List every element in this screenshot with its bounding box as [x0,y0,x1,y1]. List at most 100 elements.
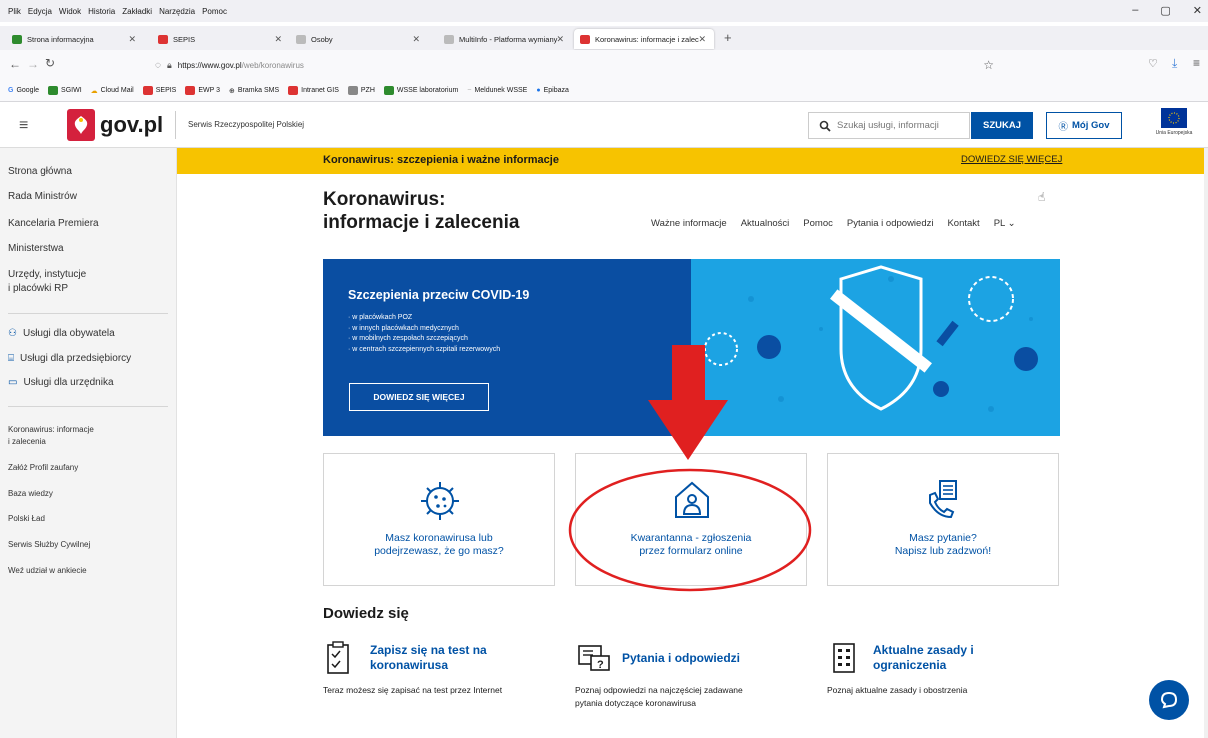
nav-pomoc[interactable]: Pomoc [803,218,833,229]
bookmark-item[interactable]: SEPIS [142,86,176,95]
nav-pytania[interactable]: Pytania i odpowiedzi [847,218,934,229]
browser-tab[interactable]: Osoby ✕ [290,29,428,49]
red-arrow-icon [648,345,728,460]
card-masz-pytanie[interactable]: Masz pytanie? Napisz lub zadzwoń! [827,453,1059,586]
back-icon[interactable]: ← [9,57,21,71]
close-icon[interactable]: ✕ [1193,4,1202,17]
menu-help[interactable]: Pomoc [202,7,227,16]
tab-close-icon[interactable]: ✕ [698,34,706,45]
url-path: /web/koronawirus [241,60,304,70]
left-sidebar: Strona główna Rada Ministrów Kancelaria … [0,148,177,738]
hero-button[interactable]: DOWIEDZ SIĘ WIĘCEJ [349,383,489,411]
menu-view[interactable]: Widok [59,7,81,16]
banner-link[interactable]: DOWIEDZ SIĘ WIĘCEJ [961,154,1062,165]
url-bar[interactable]: ◌ 🔒︎ https://www.gov.pl /web/koronawirus… [155,54,1000,76]
reload-icon[interactable]: ↻ [45,56,55,70]
sidebar-item-kprm[interactable]: Kancelaria Premiera [8,218,99,229]
search-input[interactable]: Szukaj usługi, informacji [808,112,970,139]
window-controls: – ▢ ✕ [1132,4,1202,17]
moj-gov-button[interactable]: Ⓡ Mój Gov [1046,112,1122,139]
dowiedz-desc: Poznaj odpowiedzi na najczęściej zadawan… [575,685,743,708]
hamburger-icon[interactable]: ≡ [19,117,28,135]
language-label: PL [993,218,1005,229]
sidebar-link-sluzba[interactable]: Serwis Służby Cywilnej [8,539,90,551]
annotation-overlay [568,345,812,592]
sign-language-icon[interactable]: ☝ [1038,190,1045,204]
menu-history[interactable]: Historia [88,7,115,16]
browser-tab-active[interactable]: Koronawirus: informacje i zalec ✕ [574,29,714,49]
tab-close-icon[interactable]: ✕ [128,34,136,45]
eu-label: Unia Europejska [1155,130,1193,136]
downloads-icon[interactable]: ⤓ [1172,56,1177,71]
tracking-shield-icon[interactable]: ◌ [155,60,161,71]
card-masz-koronawirusa[interactable]: Masz koronawirusa lub podejrzewasz, że go… [323,453,555,586]
bookmark-item[interactable]: ☁ Cloud Mail [91,87,134,95]
scrollbar[interactable] [1204,148,1208,738]
search-button[interactable]: SZUKAJ [971,112,1033,139]
sidebar-item-przedsiebiorca[interactable]: ⌸ Usługi dla przedsiębiorcy [8,353,131,364]
lock-icon[interactable]: 🔒︎ [167,60,172,71]
bookmark-item[interactable]: ⊕ Bramka SMS [229,87,279,95]
sidebar-item-label: Usługi dla obywatela [22,328,115,339]
minimize-icon[interactable]: – [1132,4,1138,17]
pocket-icon[interactable]: ♡ [1148,57,1158,70]
menu-bookmarks[interactable]: Zakładki [122,7,152,16]
bookmark-item[interactable]: Intranet GIS [288,86,339,95]
dowiedz-link-zasady[interactable]: Aktualne zasady i ograniczenia [873,643,974,673]
nav-kontakt[interactable]: Kontakt [947,218,979,229]
nav-wazne[interactable]: Ważne informacje [651,218,727,229]
browser-tab[interactable]: Strona informacyjna ✕ [6,29,144,49]
maximize-icon[interactable]: ▢ [1160,4,1170,17]
page-favicon-icon [158,34,168,44]
chevron-down-icon: ⌄ [1007,218,1016,229]
dowiedz-desc: Teraz możesz się zapisać na test przez I… [323,685,503,695]
sidebar-link-profil[interactable]: Załóż Profil zaufany [8,462,78,474]
tab-close-icon[interactable]: ✕ [556,34,564,45]
tab-label: MultiInfo - Platforma wymiany info [459,34,559,44]
browser-tab[interactable]: MultiInfo - Platforma wymiany info ✕ [438,29,572,49]
sidebar-item-label: Usługi dla przedsiębiorcy [20,353,132,364]
new-tab-icon[interactable]: + [724,30,732,45]
dowiedz-link-faq[interactable]: Pytania i odpowiedzi [622,651,740,666]
menu-tools[interactable]: Narzędzia [159,7,195,16]
bookmark-item[interactable]: ~ Meldunek WSSE [467,87,527,94]
tab-close-icon[interactable]: ✕ [412,34,420,45]
language-select[interactable]: PL ⌄ [994,218,1016,229]
bookmark-item[interactable]: PZH [347,86,375,95]
bookmark-item[interactable]: ● Epibaza [536,87,569,94]
sidebar-item-urzednik[interactable]: ▭ Usługi dla urzędnika [8,377,114,388]
bookmark-star-icon[interactable]: ☆ [983,58,994,72]
page-favicon-icon [444,34,454,44]
user-circle-icon: Ⓡ [1058,121,1069,133]
sidebar-link-ankieta[interactable]: Weź udział w ankiecie [8,565,87,577]
browser-tab[interactable]: SEPIS ✕ [152,29,290,49]
menu-file[interactable]: Plik [8,7,21,16]
menu-hamburger-icon[interactable]: ≡ [1193,56,1200,70]
sidebar-item-obywatel[interactable]: ⚇ Usługi dla obywatela [8,328,115,339]
gov-logo[interactable]: gov.pl [100,112,163,138]
chat-bubble-icon [1160,691,1178,709]
nav-aktualnosci[interactable]: Aktualności [741,218,790,229]
dowiedz-link-test[interactable]: Zapisz się na test na koronawirusa [370,643,487,673]
sidebar-item-urzedy[interactable]: Urzędy, instytucje i placówki RP [8,268,86,296]
sidebar-item-rada[interactable]: Rada Ministrów [8,191,77,202]
sidebar-link-baza[interactable]: Baza wiedzy [8,488,53,500]
hero-list-item: · w centrach szczepiennych szpitali reze… [348,345,501,353]
person-icon: ⚇ [8,328,17,339]
chat-button[interactable] [1149,680,1189,720]
sidebar-item-home[interactable]: Strona główna [8,166,72,177]
hero-list-item: · w mobilnych zespołach szczepiących [348,335,468,342]
bookmark-item[interactable]: WSSE laboratorium [383,86,458,95]
sidebar-item-ministerstwa[interactable]: Ministerstwa [8,243,64,254]
menu-edit[interactable]: Edycja [28,7,52,16]
bookmark-item[interactable]: EWP 3 [185,86,220,95]
forward-icon[interactable]: → [27,57,39,71]
section-heading: Dowiedz się [323,605,409,622]
sidebar-link-polski-lad[interactable]: Polski Ład [8,513,45,525]
coat-of-arms-icon [67,109,95,141]
faq-document-icon: ? [578,645,610,671]
bookmark-item[interactable]: G Google [8,87,39,94]
tab-close-icon[interactable]: ✕ [274,34,282,45]
sidebar-link-koronawirus[interactable]: Koronawirus: informacje i zalecenia [8,424,94,448]
bookmark-item[interactable]: SGIWI [48,86,82,95]
